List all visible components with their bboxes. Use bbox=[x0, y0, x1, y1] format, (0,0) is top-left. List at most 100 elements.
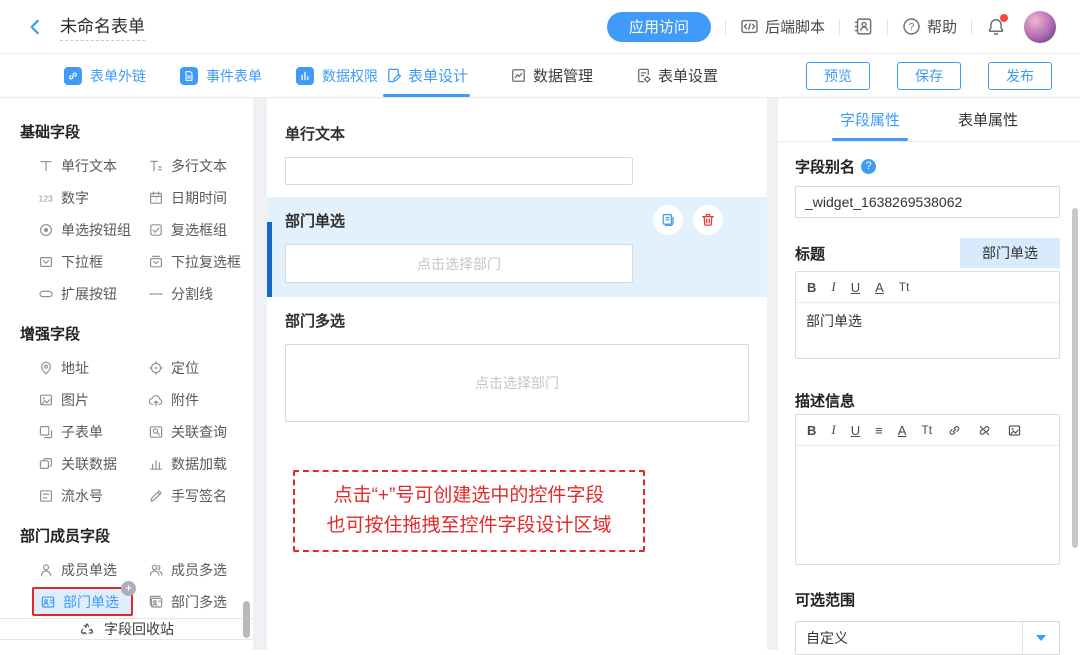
field-actions bbox=[653, 205, 723, 235]
italic-button[interactable]: I bbox=[831, 422, 835, 438]
delete-field-button[interactable] bbox=[693, 205, 723, 235]
underline-button[interactable]: U bbox=[851, 280, 860, 295]
form-toolbar: 表单外链 事件表单 数据权限 表单设计 数据管理 表单设置 预览 保存 发布 bbox=[0, 54, 1080, 98]
font-size-button[interactable]: Tt bbox=[899, 280, 910, 294]
preview-button[interactable]: 预览 bbox=[806, 62, 870, 90]
field-label: 图片 bbox=[61, 390, 89, 410]
publish-button[interactable]: 发布 bbox=[988, 62, 1052, 90]
italic-button[interactable]: I bbox=[831, 279, 835, 295]
font-color-button[interactable]: A bbox=[875, 280, 884, 295]
field-divider-line[interactable]: 分割线 bbox=[142, 278, 219, 310]
sidebar-scrollbar[interactable] bbox=[243, 601, 250, 638]
bold-button[interactable]: B bbox=[807, 423, 816, 438]
alias-help-icon[interactable]: ? bbox=[861, 159, 876, 174]
field-data-load[interactable]: 数据加载 bbox=[142, 448, 233, 480]
field-subform[interactable]: 子表单 bbox=[32, 416, 109, 448]
field-member-multi[interactable]: 成员多选 bbox=[142, 554, 233, 586]
dept-single-select-input[interactable] bbox=[285, 244, 633, 283]
align-button[interactable]: ≡ bbox=[875, 423, 883, 438]
field-alias-input[interactable] bbox=[795, 186, 1060, 218]
canvas-field-dept-single-selected[interactable]: 部门单选 bbox=[267, 197, 767, 297]
app-access-button[interactable]: 应用访问 bbox=[607, 12, 711, 42]
insert-link-icon[interactable] bbox=[947, 423, 962, 438]
field-related-query[interactable]: 关联查询 bbox=[142, 416, 233, 448]
field-dept-multi[interactable]: 部门多选 bbox=[142, 586, 233, 618]
contacts-button[interactable] bbox=[854, 17, 873, 36]
remove-link-icon[interactable] bbox=[977, 423, 992, 438]
field-label: 附件 bbox=[171, 390, 199, 410]
tab-field-properties[interactable]: 字段属性 bbox=[840, 98, 900, 141]
multi-select-icon bbox=[148, 254, 164, 270]
bold-button[interactable]: B bbox=[807, 280, 816, 295]
field-label: 数据加载 bbox=[171, 454, 227, 474]
main-area: 基础字段 单行文本 多行文本 数字 日期时间 单选按钮组 复选框组 下拉框 下拉… bbox=[0, 98, 1080, 650]
event-form-button[interactable]: 事件表单 bbox=[180, 66, 262, 86]
divider bbox=[971, 19, 972, 35]
section-basic-fields: 基础字段 bbox=[20, 121, 253, 142]
image-icon bbox=[38, 392, 54, 408]
pill-button-icon bbox=[38, 286, 54, 302]
selected-indicator-bar bbox=[267, 222, 272, 297]
field-recycle-bin[interactable]: 字段回收站 bbox=[0, 618, 253, 640]
field-select[interactable]: 下拉框 bbox=[32, 246, 109, 278]
field-signature[interactable]: 手写签名 bbox=[142, 480, 233, 512]
radio-icon bbox=[38, 222, 54, 238]
tab-form-design-label: 表单设计 bbox=[408, 65, 468, 86]
description-editor-toolbar: B I U ≡ A Tt bbox=[796, 415, 1059, 446]
tab-data-manage[interactable]: 数据管理 bbox=[510, 54, 593, 97]
insert-image-icon[interactable] bbox=[1007, 423, 1022, 438]
top-header: 未命名表单 应用访问 后端脚本 帮助 bbox=[0, 0, 1080, 54]
dept-multi-select-box[interactable]: 点击选择部门 bbox=[285, 344, 749, 422]
chevron-left-icon bbox=[26, 18, 44, 36]
canvas-field-single-line-text[interactable]: 单行文本 bbox=[267, 110, 767, 197]
data-permission-button[interactable]: 数据权限 bbox=[296, 66, 378, 86]
title-editor: B I U A Tt 部门单选 bbox=[795, 271, 1060, 359]
tab-form-setting[interactable]: 表单设置 bbox=[635, 54, 718, 97]
field-datetime[interactable]: 日期时间 bbox=[142, 182, 233, 214]
field-member-single[interactable]: 成员单选 bbox=[32, 554, 123, 586]
field-dept-single-selected[interactable]: 部门单选 + bbox=[32, 587, 133, 616]
description-editor-content[interactable] bbox=[796, 446, 1059, 564]
document-icon bbox=[180, 67, 198, 85]
field-address[interactable]: 地址 bbox=[32, 352, 95, 384]
field-multi-line-text[interactable]: 多行文本 bbox=[142, 150, 233, 182]
copy-field-button[interactable] bbox=[653, 205, 683, 235]
cloud-upload-icon bbox=[148, 392, 164, 408]
dept-member-fields-grid: 成员单选 成员多选 部门单选 + 部门多选 bbox=[0, 554, 253, 618]
field-related-data[interactable]: 关联数据 bbox=[32, 448, 123, 480]
font-size-button[interactable]: Tt bbox=[921, 423, 932, 437]
field-serial-number[interactable]: 流水号 bbox=[32, 480, 109, 512]
field-checkbox-group[interactable]: 复选框组 bbox=[142, 214, 233, 246]
tab-form-design[interactable]: 表单设计 bbox=[385, 54, 468, 97]
field-title-chip[interactable]: 部门单选 bbox=[960, 238, 1060, 268]
field-location[interactable]: 定位 bbox=[142, 352, 205, 384]
save-button[interactable]: 保存 bbox=[897, 62, 961, 90]
backend-script-button[interactable]: 后端脚本 bbox=[740, 16, 825, 37]
font-color-button[interactable]: A bbox=[898, 423, 907, 438]
tab-form-properties[interactable]: 表单属性 bbox=[958, 98, 1018, 141]
field-number[interactable]: 数字 bbox=[32, 182, 95, 214]
add-field-plus-badge[interactable]: + bbox=[121, 581, 136, 596]
field-extend-button[interactable]: 扩展按钮 bbox=[32, 278, 123, 310]
tab-form-setting-label: 表单设置 bbox=[658, 65, 718, 86]
field-multi-select[interactable]: 下拉复选框 bbox=[142, 246, 247, 278]
user-avatar[interactable] bbox=[1024, 11, 1056, 43]
form-external-link-button[interactable]: 表单外链 bbox=[64, 66, 146, 86]
help-button[interactable]: 帮助 bbox=[902, 16, 957, 37]
single-line-text-input[interactable] bbox=[285, 157, 633, 185]
field-single-line-text[interactable]: 单行文本 bbox=[32, 150, 123, 182]
canvas-field-dept-multi[interactable]: 部门多选 点击选择部门 bbox=[267, 297, 767, 434]
title-editor-content[interactable]: 部门单选 bbox=[796, 303, 1059, 358]
data-permission-label: 数据权限 bbox=[322, 66, 378, 86]
notification-bell[interactable] bbox=[986, 17, 1006, 37]
panel-scrollbar[interactable] bbox=[1072, 208, 1078, 548]
event-form-label: 事件表单 bbox=[206, 66, 262, 86]
field-attachment[interactable]: 附件 bbox=[142, 384, 205, 416]
back-button[interactable] bbox=[26, 18, 44, 36]
form-title[interactable]: 未命名表单 bbox=[60, 12, 145, 41]
field-image[interactable]: 图片 bbox=[32, 384, 95, 416]
field-alias-label-row: 字段别名 ? bbox=[795, 156, 1060, 177]
placeholder-text: 点击选择部门 bbox=[475, 373, 559, 393]
underline-button[interactable]: U bbox=[851, 423, 860, 438]
field-radio-group[interactable]: 单选按钮组 bbox=[32, 214, 137, 246]
